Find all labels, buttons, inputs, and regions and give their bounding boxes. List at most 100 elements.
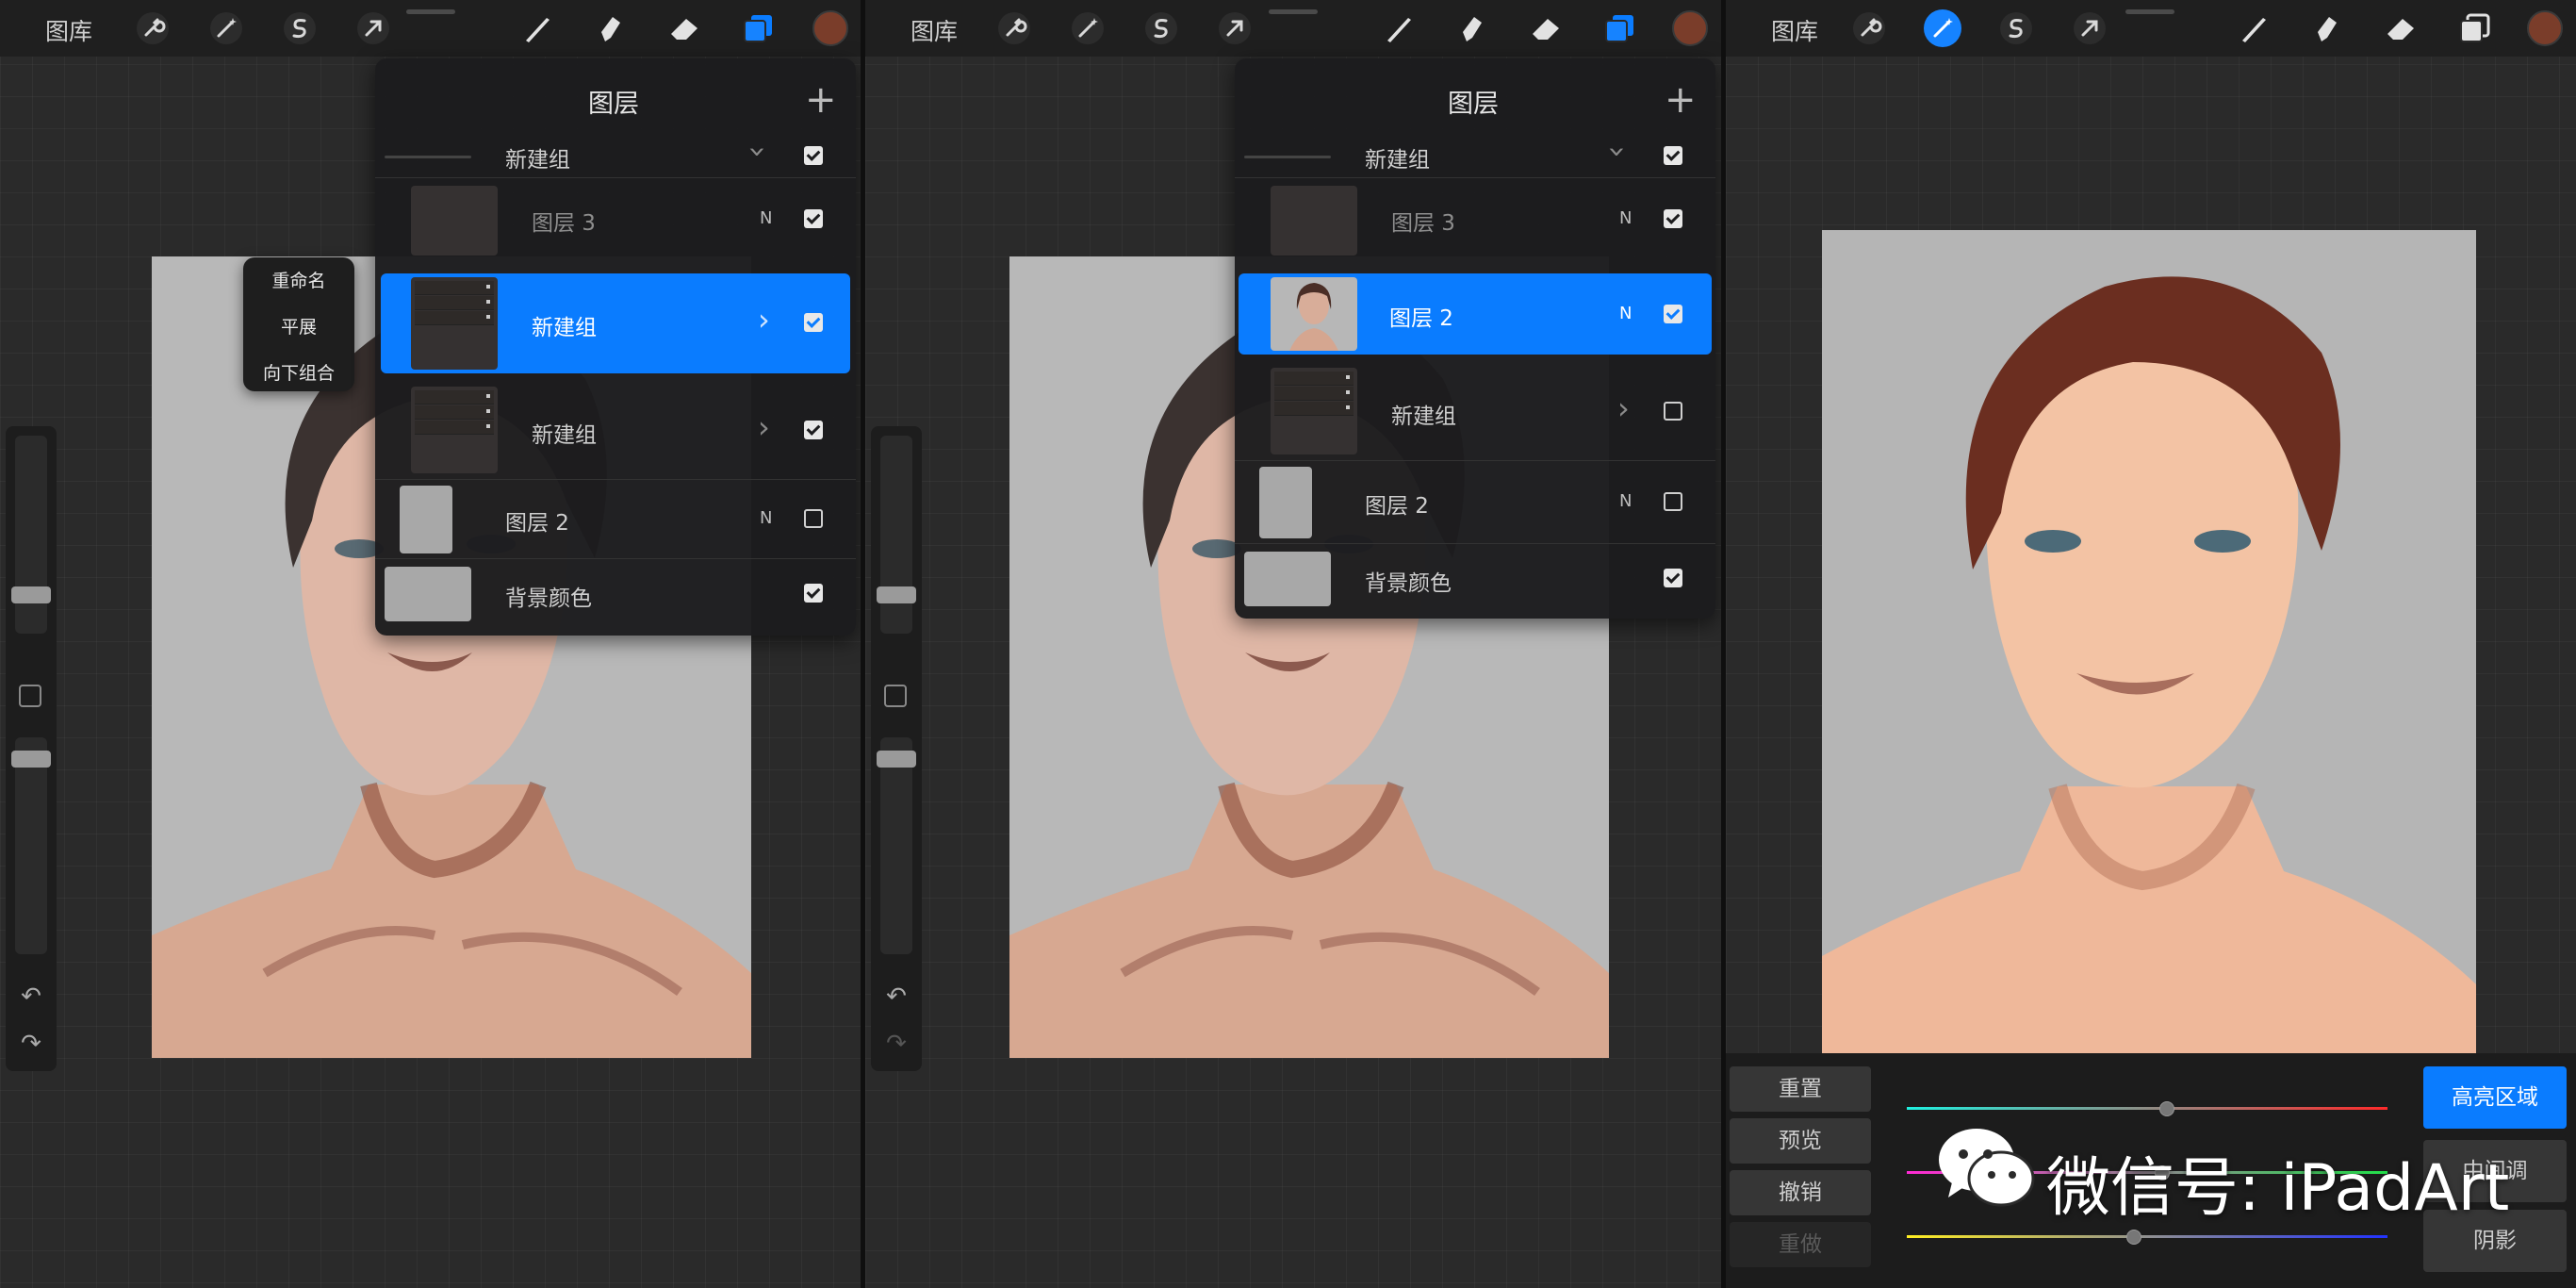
wrench-icon[interactable] [995,9,1033,47]
visibility-checkbox[interactable] [1664,402,1682,421]
blend-mode-label[interactable]: N [1619,208,1632,228]
opacity-thumb[interactable] [877,751,916,768]
layer-row[interactable]: 图层 3 N [1235,177,1715,261]
color-swatch[interactable] [812,10,848,46]
menu-item-rename[interactable]: 重命名 [243,267,354,292]
layer-row-selected[interactable]: 新建组 › [381,273,850,373]
opacity-slider[interactable] [15,737,47,954]
yellow-blue-knob[interactable] [2125,1230,2141,1245]
blend-mode-label[interactable]: N [760,508,772,528]
chevron-down-icon[interactable]: › [1600,146,1635,158]
opacity-slider[interactable] [880,737,912,954]
transform-arrow-icon[interactable] [1216,9,1254,47]
magic-wand-icon[interactable] [207,9,245,47]
layer-row-group-header[interactable]: 新建组 › [1235,134,1715,177]
portrait-painting [1822,230,2476,1054]
layers-icon[interactable] [1600,9,1638,47]
smudge-icon[interactable] [2308,9,2346,47]
undo-button[interactable]: 撤销 [1730,1170,1871,1215]
menu-item-flatten[interactable]: 平展 [243,313,354,339]
brush-size-thumb[interactable] [11,586,51,603]
cyan-red-slider[interactable] [1907,1101,2387,1116]
wrench-icon[interactable] [134,9,172,47]
gallery-button[interactable]: 图库 [45,13,92,47]
gallery-button[interactable]: 图库 [1771,13,1818,47]
preview-button[interactable]: 预览 [1730,1118,1871,1164]
transform-arrow-icon[interactable] [2071,9,2108,47]
smudge-icon[interactable] [1453,9,1491,47]
layer-row[interactable]: 图层 3 N [375,177,856,261]
wrench-icon[interactable] [1850,9,1888,47]
visibility-checkbox[interactable] [1664,569,1682,587]
blend-mode-label[interactable]: N [1619,491,1632,511]
smudge-icon[interactable] [592,9,630,47]
add-layer-icon[interactable]: + [1665,81,1697,119]
visibility-checkbox[interactable] [804,313,823,332]
highlights-button[interactable]: 高亮区域 [2423,1066,2567,1129]
reset-button[interactable]: 重置 [1730,1066,1871,1112]
eraser-icon[interactable] [1527,9,1565,47]
visibility-checkbox[interactable] [1664,305,1682,323]
eraser-icon[interactable] [2382,9,2420,47]
top-grabber[interactable] [1269,9,1318,14]
redo-icon[interactable]: ↷ [882,1030,911,1058]
opacity-thumb[interactable] [11,751,51,768]
visibility-checkbox[interactable] [1664,492,1682,511]
brush-icon[interactable] [2235,9,2272,47]
top-grabber[interactable] [2125,9,2174,14]
layer-row[interactable]: 新建组 › [1235,362,1715,460]
layers-icon[interactable] [739,9,777,47]
eraser-icon[interactable] [665,9,703,47]
chevron-right-icon[interactable]: › [758,409,770,445]
gallery-button[interactable]: 图库 [911,13,958,47]
transform-arrow-icon[interactable] [354,9,392,47]
visibility-checkbox[interactable] [804,584,823,603]
layer-row-background[interactable]: 背景颜色 [375,558,856,631]
redo-button[interactable]: 重做 [1730,1222,1871,1267]
layer-row-selected[interactable]: 图层 2 N [1239,273,1712,355]
color-swatch[interactable] [2527,10,2563,46]
layer-row-background[interactable]: 背景颜色 [1235,543,1715,616]
visibility-checkbox[interactable] [804,209,823,228]
layer-row-group-header[interactable]: 新建组 › [375,134,856,177]
blend-mode-label[interactable]: N [1619,304,1632,323]
add-layer-icon[interactable]: + [805,81,837,119]
undo-icon[interactable]: ↶ [17,983,45,1011]
yellow-blue-slider[interactable] [1907,1230,2387,1245]
chevron-right-icon[interactable]: › [758,302,770,338]
blend-mode-label[interactable]: N [760,208,772,228]
redo-icon[interactable]: ↷ [17,1030,45,1058]
visibility-checkbox[interactable] [1664,209,1682,228]
selection-s-icon[interactable] [1997,9,2035,47]
left-sidebar: ↶ ↷ [6,426,57,1071]
layer-row[interactable]: 图层 2 N [375,479,856,559]
layer-name: 背景颜色 [505,586,592,611]
menu-item-merge-down[interactable]: 向下组合 [243,359,354,385]
magic-wand-icon[interactable] [1069,9,1107,47]
layers-icon[interactable] [2455,9,2493,47]
brush-size-slider[interactable] [880,436,912,634]
top-grabber[interactable] [406,9,455,14]
chevron-down-icon[interactable]: › [740,146,776,158]
selection-s-icon[interactable] [281,9,319,47]
layer-row[interactable]: 图层 2 N [1235,460,1715,544]
brush-icon[interactable] [1380,9,1418,47]
brush-size-slider[interactable] [15,436,47,634]
visibility-checkbox[interactable] [804,146,823,165]
cyan-red-knob[interactable] [2159,1101,2175,1116]
selection-s-icon[interactable] [1142,9,1180,47]
modify-button[interactable] [884,685,907,707]
visibility-checkbox[interactable] [1664,146,1682,165]
brush-size-thumb[interactable] [877,586,916,603]
magic-wand-icon[interactable] [1924,9,1961,47]
chevron-right-icon[interactable]: › [1617,390,1630,426]
visibility-checkbox[interactable] [804,509,823,528]
color-swatch[interactable] [1672,10,1708,46]
undo-icon[interactable]: ↶ [882,983,911,1011]
layer-name: 图层 2 [1389,306,1453,331]
layer-row[interactable]: 新建组 › [375,381,856,479]
visibility-checkbox[interactable] [804,421,823,439]
modify-button[interactable] [19,685,41,707]
artwork-canvas[interactable] [1822,230,2476,1054]
brush-icon[interactable] [518,9,556,47]
